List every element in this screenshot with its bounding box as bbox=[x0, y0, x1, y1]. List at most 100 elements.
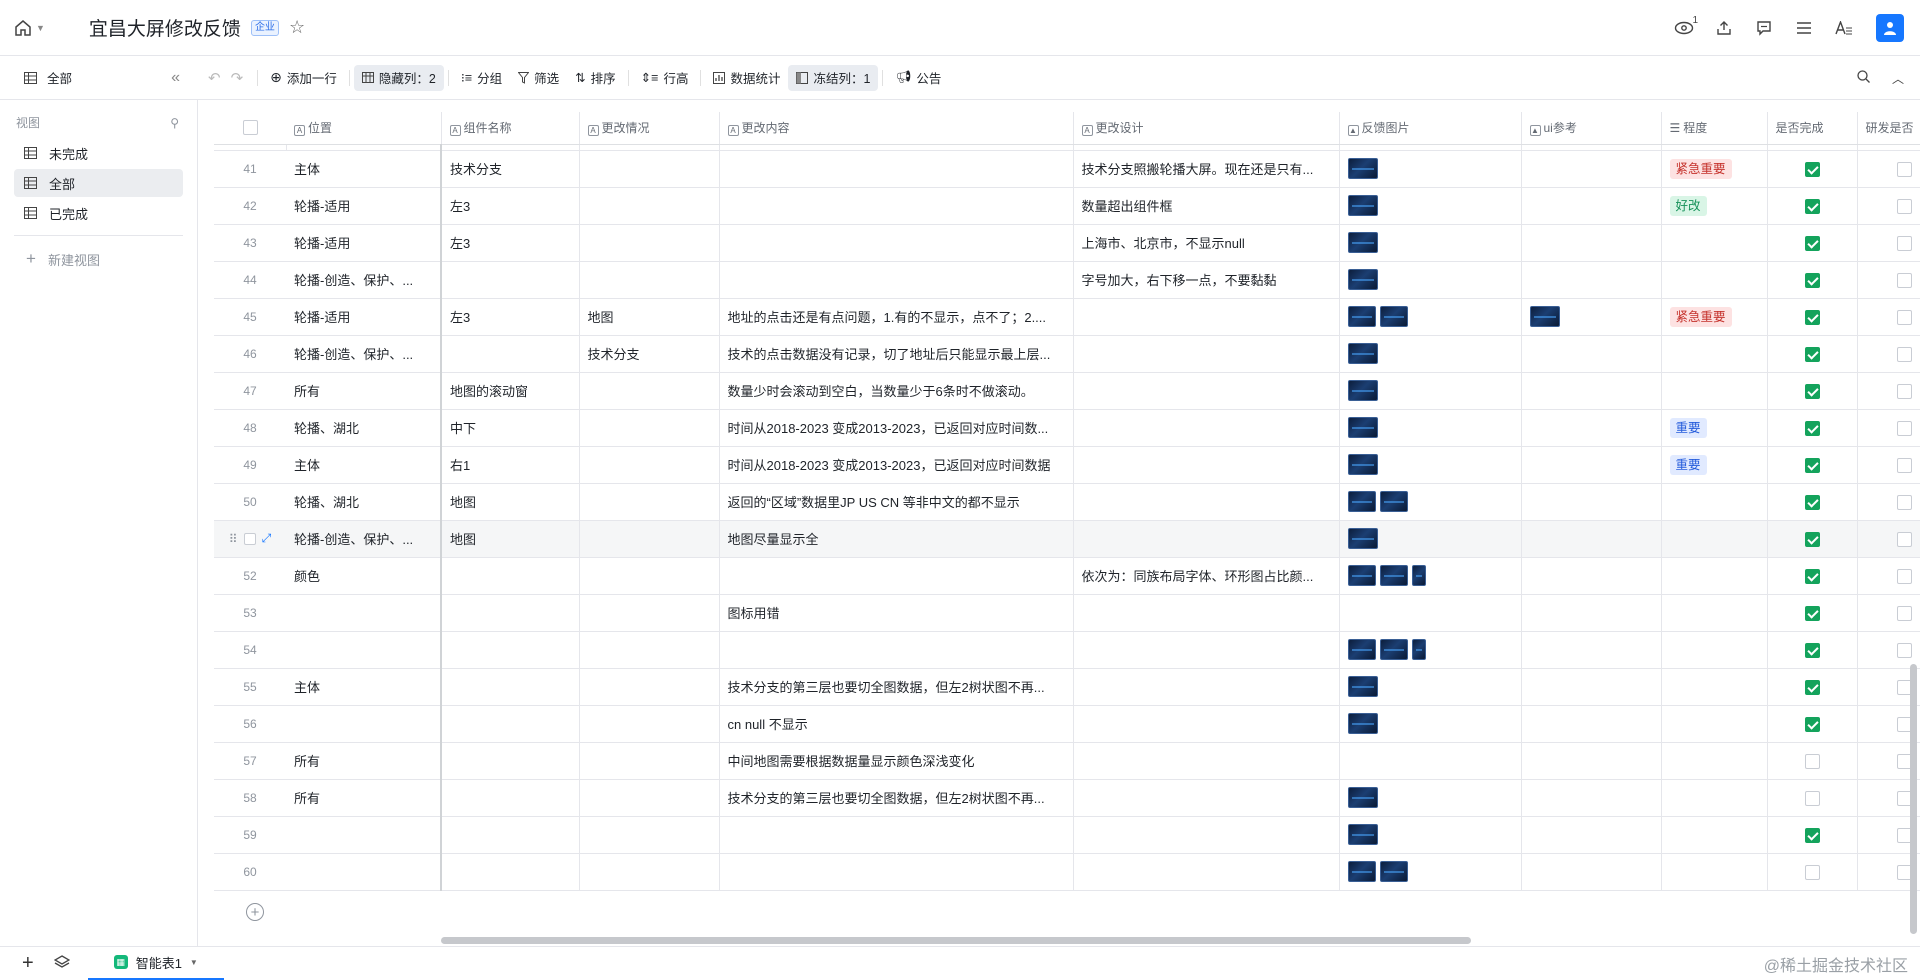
cell-done[interactable] bbox=[1767, 631, 1858, 669]
cell-feedback-images[interactable] bbox=[1339, 335, 1522, 373]
cell-pos[interactable]: 轮播、湖北 bbox=[286, 483, 442, 521]
undo-icon[interactable]: ↶ bbox=[208, 69, 221, 87]
sort-button[interactable]: ⇅ 排序 bbox=[567, 65, 624, 91]
row-number[interactable]: 43 bbox=[214, 224, 286, 262]
cell-content[interactable] bbox=[719, 816, 1074, 854]
horizontal-scrollbar[interactable] bbox=[441, 937, 1471, 944]
cell-pos[interactable]: 所有 bbox=[286, 779, 442, 817]
cell-level[interactable] bbox=[1661, 520, 1768, 558]
column-header-content[interactable]: A 更改内容 bbox=[719, 112, 1074, 145]
column-header-ui-reference[interactable]: ▲ ui参考 bbox=[1521, 112, 1662, 145]
cell-ui-reference[interactable] bbox=[1521, 483, 1662, 521]
cell-status[interactable] bbox=[579, 483, 720, 521]
cell-level[interactable]: 重要 bbox=[1661, 409, 1768, 447]
drag-handle-icon[interactable]: ⠿ bbox=[229, 532, 238, 546]
cell-ui-reference[interactable] bbox=[1521, 668, 1662, 706]
cell-pos[interactable] bbox=[286, 705, 442, 743]
cell-feedback-images[interactable] bbox=[1339, 631, 1522, 669]
cell-comp[interactable] bbox=[441, 816, 580, 854]
feedback-image-thumbnail[interactable] bbox=[1347, 232, 1378, 253]
row-number[interactable]: 44 bbox=[214, 261, 286, 299]
row-number[interactable]: 42 bbox=[214, 187, 286, 225]
ui-reference-thumbnail[interactable] bbox=[1529, 306, 1560, 327]
cell-level[interactable] bbox=[1661, 261, 1768, 299]
feedback-image-thumbnail[interactable] bbox=[1347, 528, 1378, 549]
done-checkbox[interactable] bbox=[1804, 642, 1820, 658]
cell-ui-reference[interactable] bbox=[1521, 409, 1662, 447]
cell-dev-done[interactable] bbox=[1857, 372, 1920, 410]
table-row[interactable]: 47 所有 地图的滚动窗 数量少时会滚动到空白，当数量少于6条时不做滚动。 bbox=[214, 372, 1920, 410]
cell-ui-reference[interactable] bbox=[1521, 372, 1662, 410]
cell-done[interactable] bbox=[1767, 853, 1858, 891]
row-number[interactable]: 56 bbox=[214, 705, 286, 743]
dev-done-checkbox[interactable] bbox=[1896, 383, 1912, 399]
cell-dev-done[interactable] bbox=[1857, 335, 1920, 373]
column-header-level[interactable]: ☰ 程度 bbox=[1661, 112, 1768, 145]
font-settings-button[interactable] bbox=[1824, 21, 1864, 35]
cell-design[interactable]: 数量超出组件框 bbox=[1073, 187, 1340, 225]
cell-feedback-images[interactable] bbox=[1339, 483, 1522, 521]
cell-content[interactable] bbox=[719, 150, 1074, 188]
cell-dev-done[interactable] bbox=[1857, 557, 1920, 595]
feedback-image-thumbnail[interactable] bbox=[1347, 491, 1376, 512]
cell-comp[interactable]: 左3 bbox=[441, 224, 580, 262]
feedback-image-thumbnail[interactable] bbox=[1379, 565, 1408, 586]
cell-status[interactable] bbox=[579, 779, 720, 817]
done-checkbox[interactable] bbox=[1804, 827, 1820, 843]
cell-feedback-images[interactable] bbox=[1339, 409, 1522, 447]
table-row[interactable]: 58 所有 技术分支的第三层也要切全图数据，但左2树状图不再... bbox=[214, 779, 1920, 817]
cell-comp[interactable] bbox=[441, 668, 580, 706]
feedback-image-thumbnail[interactable] bbox=[1379, 306, 1408, 327]
dev-done-checkbox[interactable] bbox=[1896, 420, 1912, 436]
done-checkbox[interactable] bbox=[1804, 420, 1820, 436]
cell-pos[interactable]: 轮播-适用 bbox=[286, 298, 442, 336]
cell-content[interactable]: 技术分支的第三层也要切全图数据，但左2树状图不再... bbox=[719, 668, 1074, 706]
cell-content[interactable]: 地址的点击还是有点问题，1.有的不显示，点不了；2.... bbox=[719, 298, 1074, 336]
row-number[interactable]: 45 bbox=[214, 298, 286, 336]
cell-status[interactable] bbox=[579, 742, 720, 780]
cell-dev-done[interactable] bbox=[1857, 631, 1920, 669]
cell-done[interactable] bbox=[1767, 779, 1858, 817]
cell-level[interactable]: 紧急重要 bbox=[1661, 150, 1768, 188]
row-number[interactable]: 54 bbox=[214, 631, 286, 669]
cell-ui-reference[interactable] bbox=[1521, 779, 1662, 817]
cell-status[interactable] bbox=[579, 520, 720, 558]
cell-comp[interactable]: 地图 bbox=[441, 520, 580, 558]
feedback-image-thumbnail[interactable] bbox=[1347, 380, 1378, 401]
cell-content[interactable]: 时间从2018-2023 变成2013-2023，已返回对应时间数... bbox=[719, 409, 1074, 447]
cell-comp[interactable] bbox=[441, 779, 580, 817]
cell-level[interactable] bbox=[1661, 372, 1768, 410]
menu-button[interactable] bbox=[1784, 21, 1824, 35]
cell-feedback-images[interactable] bbox=[1339, 853, 1522, 891]
cell-design[interactable] bbox=[1073, 335, 1340, 373]
table-row[interactable]: 52 颜色 依次为：同族布局字体、环形图占比颜... bbox=[214, 557, 1920, 595]
cell-ui-reference[interactable] bbox=[1521, 816, 1662, 854]
cell-feedback-images[interactable] bbox=[1339, 779, 1522, 817]
add-sheet-icon[interactable]: + bbox=[22, 952, 34, 975]
cell-comp[interactable] bbox=[441, 742, 580, 780]
row-number[interactable]: 46 bbox=[214, 335, 286, 373]
cell-status[interactable] bbox=[579, 705, 720, 743]
cell-design[interactable] bbox=[1073, 705, 1340, 743]
cell-design[interactable] bbox=[1073, 742, 1340, 780]
cell-ui-reference[interactable] bbox=[1521, 150, 1662, 188]
cell-comp[interactable]: 右1 bbox=[441, 446, 580, 484]
feedback-image-thumbnail[interactable] bbox=[1347, 824, 1378, 845]
cell-ui-reference[interactable] bbox=[1521, 594, 1662, 632]
done-checkbox[interactable] bbox=[1804, 161, 1820, 177]
cell-status[interactable] bbox=[579, 261, 720, 299]
feedback-image-thumbnail[interactable] bbox=[1411, 639, 1426, 660]
row-number[interactable]: 58 bbox=[214, 779, 286, 817]
cell-dev-done[interactable] bbox=[1857, 446, 1920, 484]
cell-comp[interactable]: 中下 bbox=[441, 409, 580, 447]
row-number[interactable]: ⠿ ⤢ bbox=[214, 520, 286, 558]
feedback-image-thumbnail[interactable] bbox=[1379, 491, 1408, 512]
cell-done[interactable] bbox=[1767, 816, 1858, 854]
cell-ui-reference[interactable] bbox=[1521, 446, 1662, 484]
feedback-image-thumbnail[interactable] bbox=[1347, 639, 1376, 660]
feedback-image-thumbnail[interactable] bbox=[1347, 269, 1378, 290]
row-number[interactable]: 41 bbox=[214, 150, 286, 188]
cell-dev-done[interactable] bbox=[1857, 409, 1920, 447]
cell-content[interactable] bbox=[719, 557, 1074, 595]
cell-status[interactable] bbox=[579, 668, 720, 706]
